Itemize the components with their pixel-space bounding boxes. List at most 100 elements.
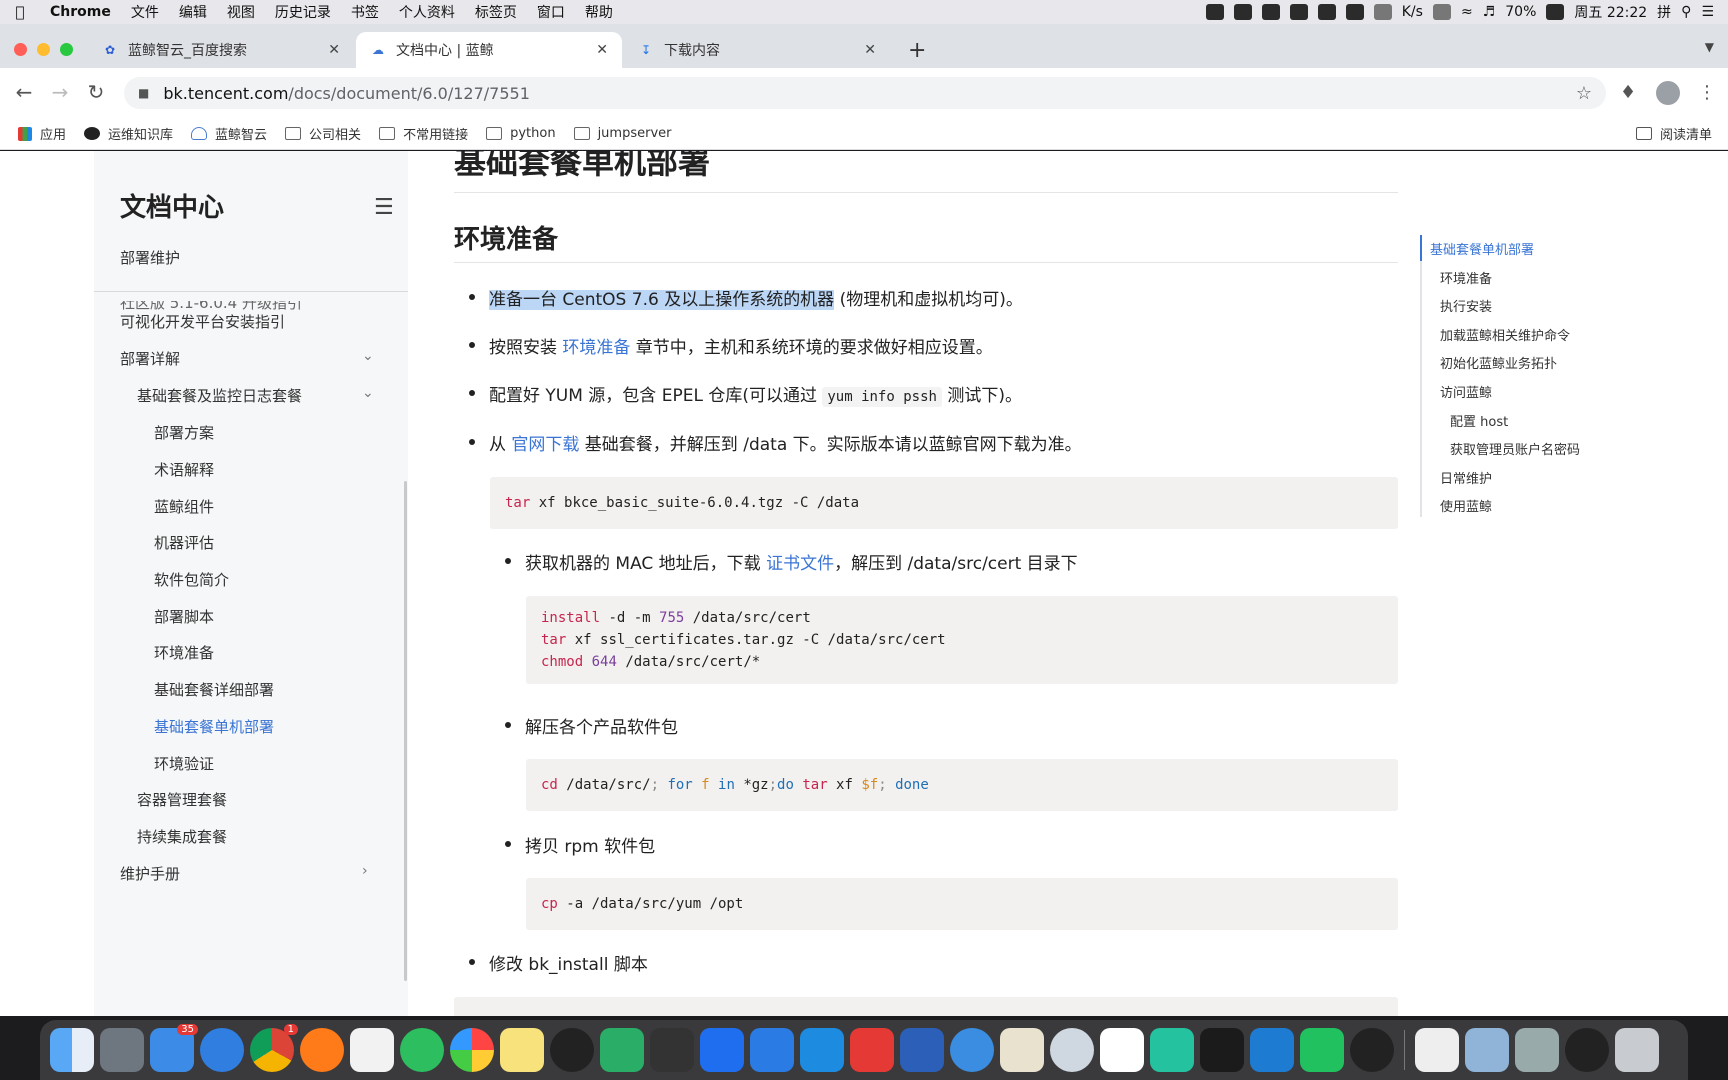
sidebar-item-machine-eval[interactable]: 机器评估 — [154, 532, 214, 553]
sidebar-item-single-deploy[interactable]: 基础套餐单机部署 — [154, 716, 274, 737]
sidebar-item-env-verify[interactable]: 环境验证 — [154, 753, 214, 774]
sidebar-scrollbar[interactable] — [404, 481, 407, 981]
back-arrow-icon[interactable]: ← — [12, 80, 36, 104]
close-tab-icon[interactable]: ✕ — [596, 42, 608, 58]
bluetooth-icon[interactable] — [1432, 4, 1451, 20]
toc-item[interactable]: 获取管理员账户名密码 — [1450, 439, 1580, 458]
menu-edit[interactable]: 编辑 — [169, 2, 217, 22]
terminal-zen-icon[interactable] — [650, 1028, 694, 1072]
toc-item[interactable]: 访问蓝鲸 — [1440, 382, 1492, 401]
phone-status-icon[interactable] — [1373, 4, 1392, 20]
sidebar-item-components[interactable]: 蓝鲸组件 — [154, 496, 214, 517]
reading-list-button[interactable]: 阅读清单 — [1635, 124, 1712, 143]
forward-arrow-icon[interactable]: → — [48, 80, 72, 104]
trash-icon[interactable] — [1615, 1028, 1659, 1072]
bookmark-folder-jumpserver[interactable]: jumpserver — [573, 126, 671, 141]
toc-item[interactable]: 使用蓝鲸 — [1440, 496, 1492, 515]
feishu-icon[interactable] — [750, 1028, 794, 1072]
vpn-status-icon[interactable] — [1289, 4, 1308, 20]
preview-icon[interactable] — [1465, 1028, 1509, 1072]
new-tab-button[interactable]: + — [908, 38, 926, 63]
iina-icon[interactable] — [1150, 1028, 1194, 1072]
more-menu-icon[interactable]: ⋮ — [1698, 82, 1716, 103]
sidebar-item-ci-suite[interactable]: 持续集成套餐 — [137, 826, 227, 847]
reload-icon[interactable]: ↻ — [84, 80, 108, 104]
clock[interactable]: 周五 22:22 — [1574, 2, 1647, 22]
baidu-netdisk-icon[interactable] — [1100, 1028, 1144, 1072]
sidebar-item-maintenance[interactable]: 维护手册 — [120, 863, 180, 884]
sidebar-item-terminology[interactable]: 术语解释 — [154, 459, 214, 480]
menu-file[interactable]: 文件 — [121, 2, 169, 22]
lark-icon[interactable] — [700, 1028, 744, 1072]
menu-chrome[interactable]: Chrome — [40, 4, 121, 20]
wps-icon[interactable] — [850, 1028, 894, 1072]
env-prep-link[interactable]: 环境准备 — [562, 338, 630, 358]
close-window-button[interactable] — [14, 43, 27, 56]
code-block-copy-rpm[interactable]: cp -a /data/src/yum /opt — [526, 878, 1398, 930]
lock-icon[interactable]: ■ — [138, 86, 149, 100]
wps-status-icon[interactable] — [1205, 4, 1224, 20]
qq-icon[interactable] — [1565, 1028, 1609, 1072]
profile-avatar[interactable] — [1656, 81, 1680, 105]
code-block-extract[interactable]: tar xf bkce_basic_suite-6.0.4.tgz -C /da… — [490, 477, 1398, 529]
navicat-icon[interactable] — [1050, 1028, 1094, 1072]
qq-icon[interactable] — [550, 1028, 594, 1072]
menu-window[interactable]: 窗口 — [527, 2, 575, 22]
control-center-icon[interactable]: ☰ — [1701, 4, 1714, 20]
toc-item[interactable]: 初始化蓝鲸业务拓扑 — [1440, 353, 1557, 372]
close-tab-icon[interactable]: ✕ — [864, 42, 876, 58]
finder-icon[interactable] — [50, 1028, 94, 1072]
hamburger-menu-icon[interactable]: ☰ — [374, 195, 394, 220]
sidebar-item-package-intro[interactable]: 软件包简介 — [154, 569, 229, 590]
toc-item[interactable]: 执行安装 — [1440, 296, 1492, 315]
wechat-icon[interactable] — [600, 1028, 644, 1072]
volume-icon[interactable]: ♬ — [1483, 4, 1496, 20]
spotlight-icon[interactable]: ⚲ — [1681, 4, 1691, 20]
tab-docs-center[interactable]: ☁ 文档中心 | 蓝鲸 ✕ — [356, 32, 622, 68]
toc-item[interactable]: 日常维护 — [1440, 468, 1492, 487]
teamviewer-icon[interactable] — [800, 1028, 844, 1072]
tab-search-chevron-icon[interactable]: ▼ — [1705, 40, 1714, 54]
bookmark-apps[interactable]: 应用 — [18, 124, 66, 143]
extensions-puzzle-icon[interactable]: ♦ — [1620, 82, 1636, 103]
sidebar-section[interactable]: 部署维护 — [120, 247, 180, 268]
sidebar-item-deploy-script[interactable]: 部署脚本 — [154, 606, 214, 627]
terminal-icon[interactable] — [1200, 1028, 1244, 1072]
tab-baidu-search[interactable]: ✿ 蓝鲸智云_百度搜索 ✕ — [88, 32, 354, 68]
menu-tab[interactable]: 标签页 — [465, 2, 527, 22]
battery-icon[interactable] — [1546, 4, 1565, 20]
address-bar[interactable]: ■ bk.tencent.com/docs/document/6.0/127/7… — [124, 77, 1606, 109]
code-block-partial[interactable] — [454, 997, 1398, 1016]
menu-bookmarks[interactable]: 书签 — [341, 2, 389, 22]
word-icon[interactable] — [900, 1028, 944, 1072]
bookmark-star-icon[interactable]: ☆ — [1576, 83, 1592, 104]
toc-item[interactable]: 基础套餐单机部署 — [1430, 239, 1534, 258]
toc-item[interactable]: 配置 host — [1450, 411, 1508, 430]
chevron-right-icon[interactable]: › — [362, 863, 368, 879]
script-editor-icon[interactable] — [1000, 1028, 1044, 1072]
sidebar-item-basic-detail-deploy[interactable]: 基础套餐详细部署 — [154, 679, 274, 700]
textedit-icon[interactable] — [1415, 1028, 1459, 1072]
input-method-icon[interactable]: 拼 — [1657, 2, 1671, 22]
evernote-status-icon[interactable] — [1233, 4, 1252, 20]
code-block-unpack[interactable]: cd /data/src/; for f in *gz;do tar xf $f… — [526, 759, 1398, 811]
chevron-down-icon[interactable]: ⌄ — [362, 385, 374, 401]
menu-view[interactable]: 视图 — [217, 2, 265, 22]
toc-item[interactable]: 环境准备 — [1440, 268, 1492, 287]
chrome-icon[interactable]: 1 — [250, 1024, 298, 1072]
safari-icon[interactable] — [200, 1028, 244, 1072]
typora-icon[interactable] — [350, 1028, 394, 1072]
toc-item[interactable]: 加载蓝鲸相关维护命令 — [1440, 325, 1570, 344]
apple-menu-icon[interactable]:  — [0, 3, 40, 21]
wifi-icon[interactable]: ≈ — [1461, 4, 1473, 20]
evernote-icon[interactable] — [400, 1028, 444, 1072]
k-app-icon[interactable] — [950, 1028, 994, 1072]
official-download-link[interactable]: 官网下载 — [511, 435, 579, 455]
close-tab-icon[interactable]: ✕ — [328, 42, 340, 58]
tab-downloads[interactable]: ↧ 下载内容 ✕ — [624, 32, 890, 68]
notes-icon[interactable] — [500, 1028, 544, 1072]
vscode-icon[interactable] — [1250, 1028, 1294, 1072]
sidebar-item-container-suite[interactable]: 容器管理套餐 — [137, 789, 227, 810]
qq-icon[interactable] — [1350, 1028, 1394, 1072]
camera-status-icon[interactable] — [1261, 4, 1280, 20]
